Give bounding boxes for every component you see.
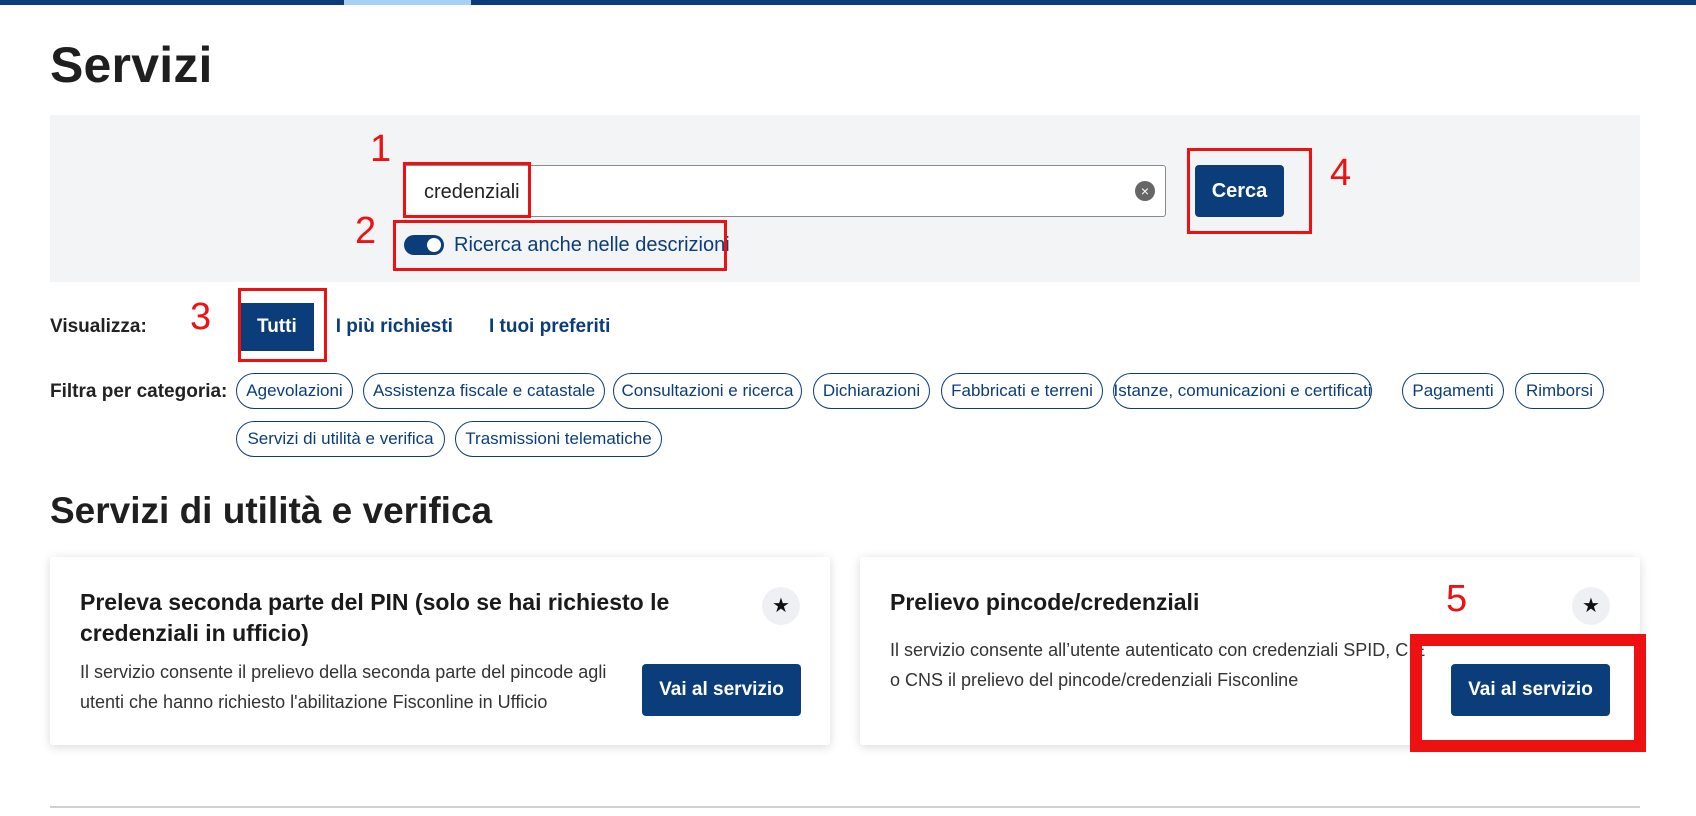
card-title: Preleva seconda parte del PIN (solo se h…	[80, 589, 670, 646]
chip-istanze[interactable]: Istanze, comunicazioni e certificati	[1113, 373, 1372, 409]
top-accent-bar	[0, 0, 1696, 5]
view-label: Visualizza:	[50, 316, 147, 337]
go-to-service-button[interactable]: Vai al servizio	[642, 664, 801, 716]
section-title: Servizi di utilità e verifica	[50, 490, 493, 531]
chip-consultazioni[interactable]: Consultazioni e ricerca	[613, 373, 802, 409]
annotation-box-2	[393, 220, 727, 271]
bottom-divider	[50, 806, 1640, 808]
favorite-star-icon[interactable]: ★	[762, 587, 800, 625]
chip-dichiarazioni[interactable]: Dichiarazioni	[813, 373, 930, 409]
annotation-box-5	[1410, 634, 1646, 752]
tab-tuoi-preferiti[interactable]: I tuoi preferiti	[471, 303, 628, 351]
page-title: Servizi	[50, 37, 213, 93]
chip-servizi-utilita[interactable]: Servizi di utilità e verifica	[236, 421, 445, 457]
annotation-box-3	[238, 288, 327, 362]
chip-fabbricati[interactable]: Fabbricati e terreni	[941, 373, 1103, 409]
service-card: Preleva seconda parte del PIN (solo se h…	[50, 557, 830, 745]
chip-pagamenti[interactable]: Pagamenti	[1402, 373, 1504, 409]
card-title: Prelievo pincode/credenziali	[890, 589, 1200, 615]
card-description: Il servizio consente all’utente autentic…	[890, 640, 1426, 690]
chip-trasmissioni[interactable]: Trasmissioni telematiche	[455, 421, 662, 457]
clear-search-icon[interactable]: ×	[1135, 181, 1155, 201]
filter-label: Filtra per categoria:	[50, 381, 228, 402]
annotation-number-2: 2	[355, 210, 377, 252]
annotation-number-3: 3	[190, 296, 212, 338]
annotation-number-4: 4	[1330, 152, 1352, 194]
annotation-number-5: 5	[1446, 578, 1468, 620]
annotation-box-4	[1187, 148, 1312, 234]
card-description: Il servizio consente il prelievo della s…	[80, 662, 607, 712]
top-accent-bar-segment	[344, 0, 471, 5]
tab-piu-richiesti[interactable]: I più richiesti	[318, 303, 471, 351]
chip-assistenza-fiscale[interactable]: Assistenza fiscale e catastale	[363, 373, 605, 409]
chip-rimborsi[interactable]: Rimborsi	[1515, 373, 1604, 409]
chip-agevolazioni[interactable]: Agevolazioni	[236, 373, 353, 409]
favorite-star-icon[interactable]: ★	[1572, 587, 1610, 625]
annotation-box-1	[403, 162, 531, 218]
annotation-number-1: 1	[370, 128, 392, 170]
